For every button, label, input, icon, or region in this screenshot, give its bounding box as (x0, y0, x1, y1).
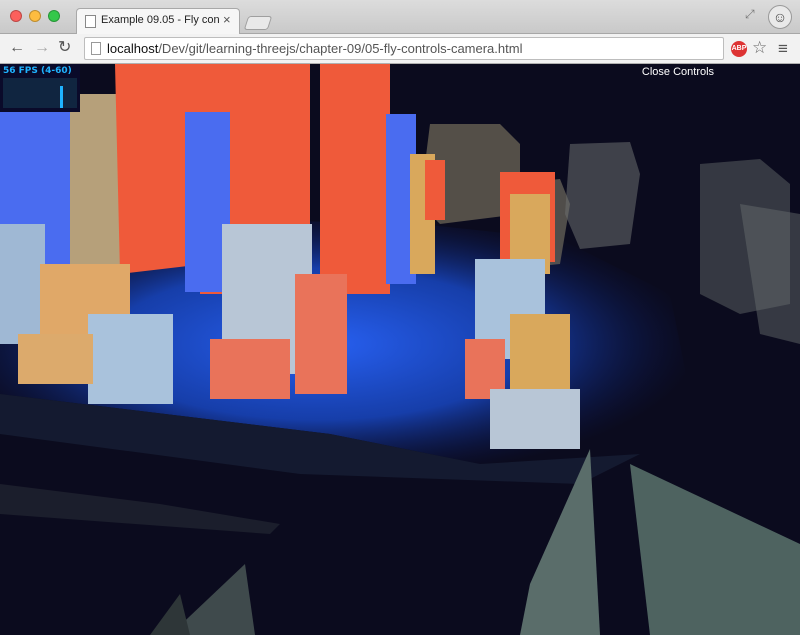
browser-toolbar: ← → ↻ localhost/Dev/git/learning-threejs… (0, 34, 800, 64)
fps-graph-bar (60, 86, 63, 108)
reload-icon[interactable]: ↻ (58, 38, 71, 58)
building-orange-far-right (425, 160, 445, 220)
building-orange-front-center (295, 274, 347, 394)
fps-label: 56 FPS (4-60) (3, 66, 72, 76)
address-bar[interactable]: localhost/Dev/git/learning-threejs/chapt… (84, 37, 724, 60)
city-scene[interactable] (0, 64, 800, 635)
url-path: /Dev/git/learning-threejs/chapter-09/05-… (158, 41, 523, 56)
page-icon (91, 42, 101, 55)
building-orange-front-small (210, 339, 290, 399)
building-lightblue-right-front (490, 389, 580, 449)
zoom-window-button[interactable] (48, 10, 60, 22)
tab-title: Example 09.05 - Fly contr (101, 14, 219, 26)
close-controls-button[interactable]: Close Controls (630, 66, 726, 78)
url-text[interactable]: localhost/Dev/git/learning-threejs/chapt… (107, 41, 522, 56)
minimize-window-button[interactable] (29, 10, 41, 22)
fullscreen-icon[interactable]: ⤢ (745, 7, 755, 22)
building-orange-center-right (320, 64, 390, 294)
fps-stats-panel[interactable]: 56 FPS (4-60) (0, 64, 80, 112)
tab-bar: Example 09.05 - Fly contr × ⤢ ☺ (0, 0, 800, 34)
building-tan-front-small (18, 334, 93, 384)
browser-chrome: Example 09.05 - Fly contr × ⤢ ☺ ← → ↻ lo… (0, 0, 800, 64)
url-host: localhost (107, 41, 159, 56)
building-lightblue-front-left (88, 314, 173, 404)
bookmark-star-icon[interactable]: ☆ (752, 38, 767, 58)
page-favicon-icon (85, 15, 96, 28)
back-arrow-icon[interactable]: ← (9, 38, 25, 58)
adblock-extension-icon[interactable]: ABP (731, 41, 747, 57)
webgl-viewport[interactable]: 56 FPS (4-60) Close Controls (0, 64, 800, 635)
building-distant-center-3 (565, 142, 640, 249)
fps-graph (3, 78, 77, 108)
new-tab-button[interactable] (243, 16, 273, 30)
browser-tab[interactable]: Example 09.05 - Fly contr × (76, 8, 240, 34)
profile-avatar-icon[interactable]: ☺ (768, 5, 792, 29)
close-window-button[interactable] (10, 10, 22, 22)
menu-hamburger-icon[interactable]: ≡ (778, 39, 788, 59)
tab-close-icon[interactable]: × (223, 12, 231, 27)
forward-arrow-icon[interactable]: → (34, 38, 50, 58)
building-tan-right-front (510, 314, 570, 394)
building-lightblue-left (0, 224, 45, 344)
